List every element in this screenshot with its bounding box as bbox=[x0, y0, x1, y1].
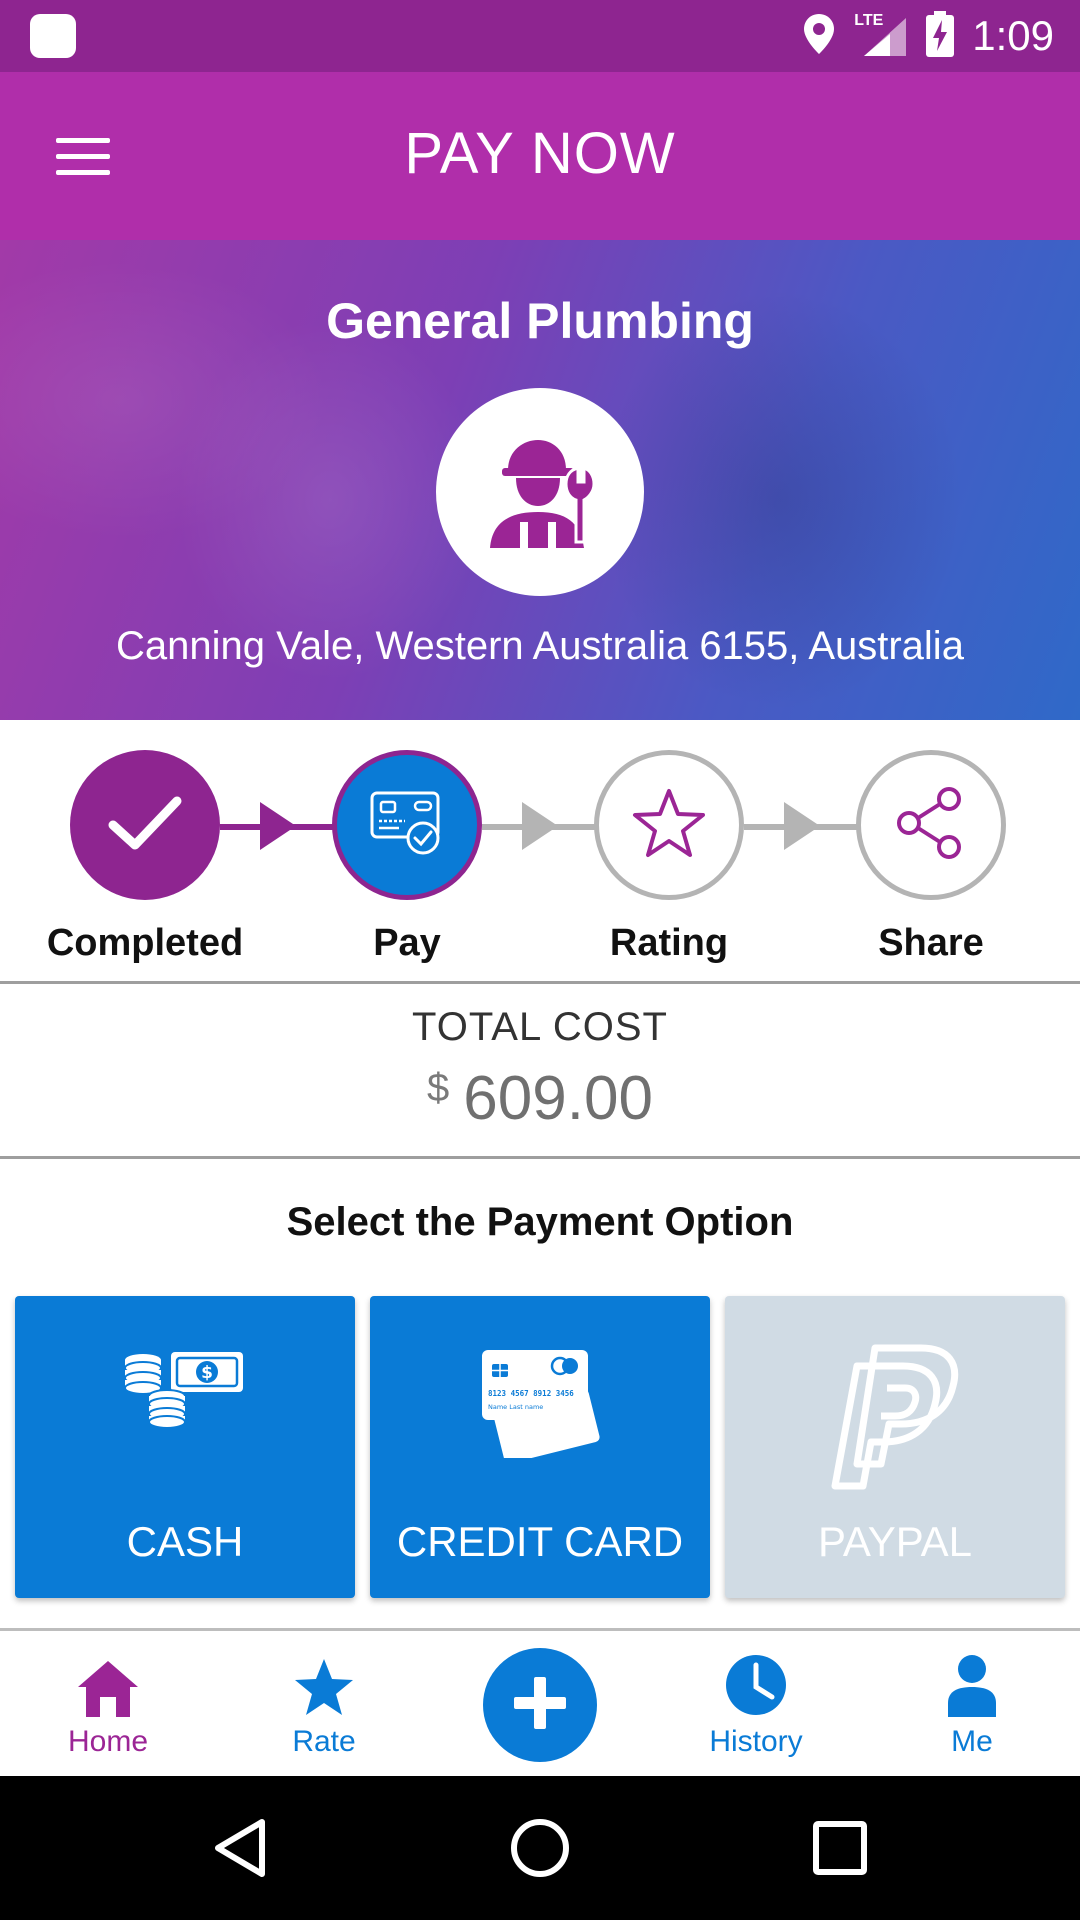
app-notification-icon bbox=[30, 14, 76, 58]
nav-history[interactable]: History bbox=[676, 1641, 836, 1766]
check-icon bbox=[105, 791, 185, 860]
total-cost-value: 609.00 bbox=[463, 1064, 653, 1133]
credit-card-icon: 8123 4567 8912 3456 Name Last name bbox=[370, 1346, 710, 1458]
home-icon bbox=[28, 1641, 188, 1717]
star-outline-icon bbox=[631, 787, 707, 864]
plumber-icon bbox=[480, 430, 600, 555]
location-icon bbox=[802, 12, 836, 61]
total-cost-amount: $609.00 bbox=[0, 1063, 1080, 1134]
paypal-icon bbox=[725, 1340, 1065, 1496]
nav-rate[interactable]: Rate bbox=[244, 1641, 404, 1766]
status-icons: LTE 1:09 bbox=[802, 0, 1054, 72]
nav-me[interactable]: Me bbox=[892, 1641, 1052, 1766]
status-time: 1:09 bbox=[972, 12, 1054, 59]
nav-home-label: Home bbox=[67, 1725, 149, 1758]
svg-text:$: $ bbox=[201, 1363, 213, 1383]
card-name-text: Name Last name bbox=[488, 1403, 543, 1411]
card-check-icon bbox=[369, 790, 445, 861]
step-pay[interactable] bbox=[332, 750, 482, 900]
recents-icon[interactable] bbox=[804, 1812, 876, 1884]
nav-rate-label: Rate bbox=[292, 1725, 356, 1758]
add-button[interactable] bbox=[483, 1648, 597, 1762]
step-label-pay: Pay bbox=[373, 922, 441, 964]
cash-button[interactable]: $ CASH bbox=[15, 1296, 355, 1598]
nav-me-label: Me bbox=[951, 1725, 993, 1758]
step-arrow bbox=[260, 802, 296, 850]
paypal-button[interactable]: PAYPAL bbox=[725, 1296, 1065, 1598]
currency-symbol: $ bbox=[427, 1066, 450, 1110]
progress-stepper: Completed Pay Rating Share bbox=[0, 720, 1080, 984]
service-hero: General Plumbing Canning Vale, Western A… bbox=[0, 240, 1080, 720]
person-icon bbox=[892, 1641, 1052, 1717]
home-circle-icon[interactable] bbox=[504, 1812, 576, 1884]
payment-heading: Select the Payment Option bbox=[286, 1200, 794, 1244]
nav-history-label: History bbox=[709, 1725, 803, 1758]
share-icon bbox=[893, 785, 969, 866]
total-cost-section: TOTAL COST $609.00 bbox=[0, 987, 1080, 1159]
battery-charging-icon bbox=[926, 10, 955, 62]
network-type-label: LTE bbox=[854, 12, 884, 29]
app-bar: PAY NOW bbox=[0, 72, 1080, 240]
system-navigation-bar bbox=[0, 1776, 1080, 1920]
step-label-share: Share bbox=[878, 922, 984, 964]
status-bar: LTE 1:09 bbox=[0, 0, 1080, 72]
card-number-text: 8123 4567 8912 3456 bbox=[488, 1389, 574, 1398]
step-label-rating: Rating bbox=[609, 922, 729, 964]
credit-card-label: CREDIT CARD bbox=[396, 1518, 684, 1565]
cash-icon: $ bbox=[15, 1346, 355, 1430]
star-icon bbox=[244, 1641, 404, 1717]
step-arrow bbox=[522, 802, 558, 850]
service-title: General Plumbing bbox=[326, 293, 754, 349]
nav-home[interactable]: Home bbox=[28, 1641, 188, 1766]
plus-icon bbox=[510, 1673, 570, 1738]
cash-label: CASH bbox=[126, 1518, 244, 1565]
step-completed[interactable] bbox=[70, 750, 220, 900]
total-cost-label: TOTAL COST bbox=[412, 1005, 668, 1049]
step-share[interactable] bbox=[856, 750, 1006, 900]
step-arrow bbox=[784, 802, 820, 850]
service-avatar bbox=[436, 388, 644, 596]
lte-signal-icon: LTE bbox=[854, 12, 908, 58]
back-icon[interactable] bbox=[204, 1812, 276, 1884]
credit-card-button[interactable]: 8123 4567 8912 3456 Name Last name CREDI… bbox=[370, 1296, 710, 1598]
step-label-completed: Completed bbox=[46, 922, 244, 964]
clock-icon bbox=[676, 1641, 836, 1717]
service-address: Canning Vale, Western Australia 6155, Au… bbox=[116, 624, 964, 668]
step-rating[interactable] bbox=[594, 750, 744, 900]
page-title: PAY NOW bbox=[404, 121, 676, 186]
paypal-label: PAYPAL bbox=[817, 1518, 973, 1565]
